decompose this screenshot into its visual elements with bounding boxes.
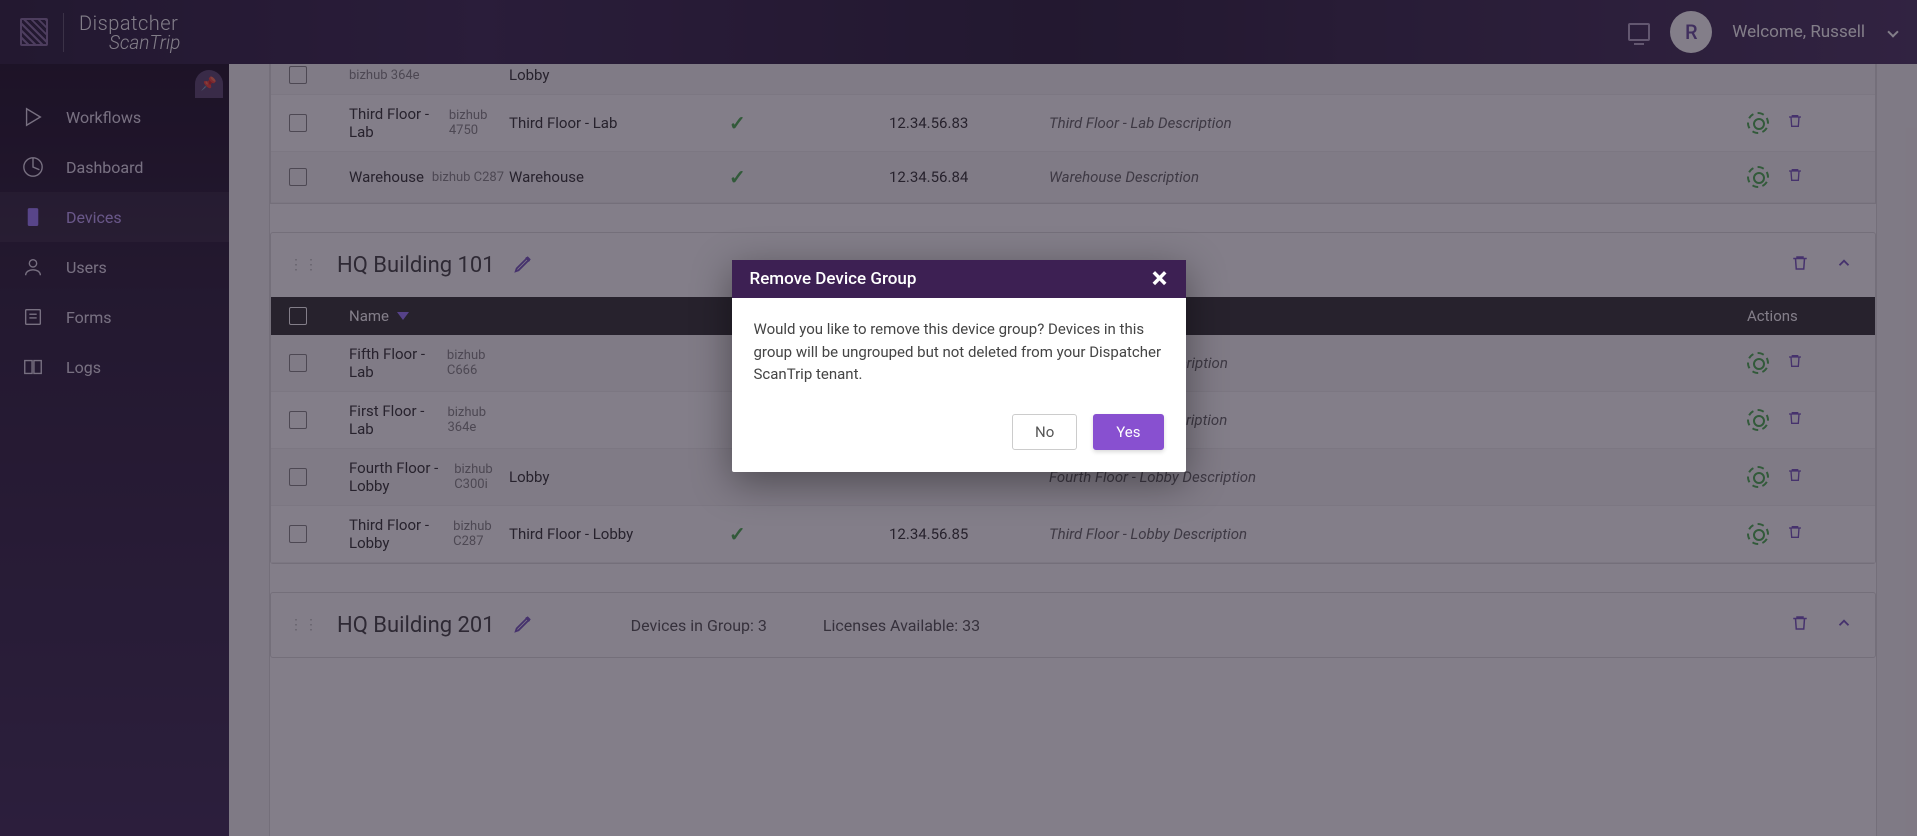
modal-title: Remove Device Group [750, 269, 917, 289]
modal-overlay: Remove Device Group × Would you like to … [0, 0, 1917, 836]
close-icon[interactable]: × [1152, 270, 1168, 288]
remove-group-modal: Remove Device Group × Would you like to … [732, 260, 1186, 472]
no-button[interactable]: No [1012, 414, 1077, 450]
yes-button[interactable]: Yes [1093, 414, 1163, 450]
modal-body: Would you like to remove this device gro… [732, 298, 1186, 406]
